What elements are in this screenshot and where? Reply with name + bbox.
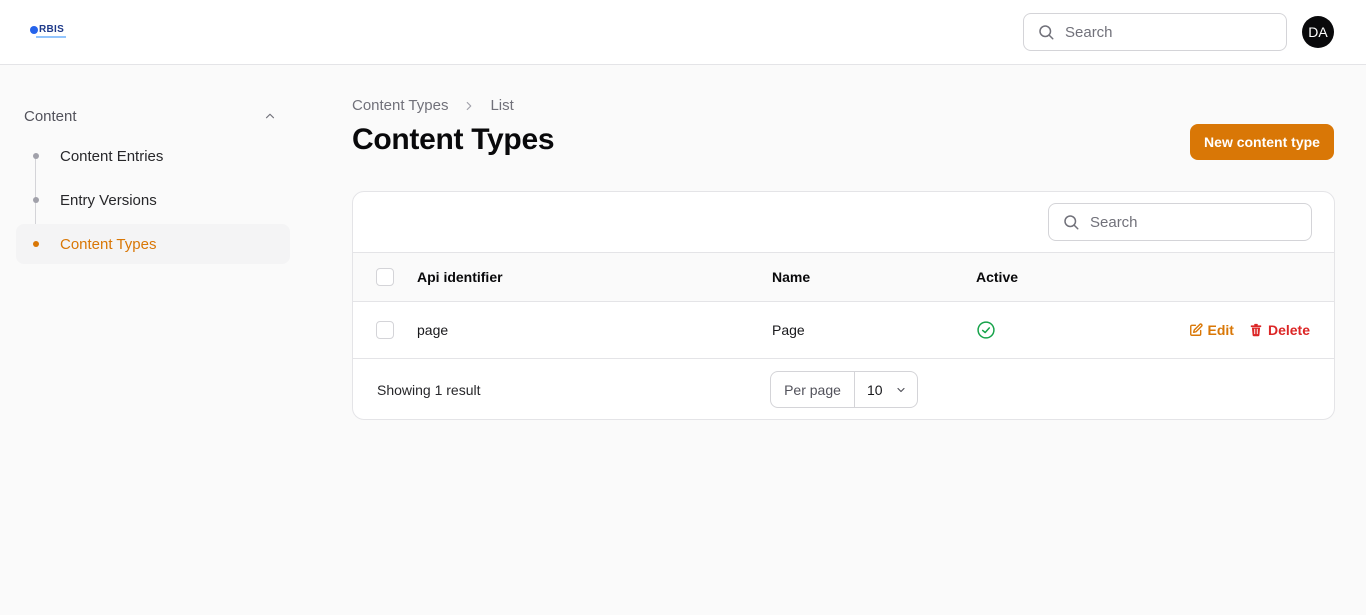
sidebar: Content Content Entries Entry Versions C… [16, 96, 290, 268]
table-row[interactable]: page Page Edit Delete [353, 302, 1334, 359]
breadcrumb: Content Types List [352, 97, 514, 114]
column-header-active[interactable]: Active [976, 253, 1018, 301]
breadcrumb-parent[interactable]: Content Types [352, 97, 448, 114]
check-circle-icon [977, 321, 995, 339]
table-toolbar [353, 192, 1334, 253]
edit-icon [1189, 323, 1203, 336]
delete-label: Delete [1267, 322, 1310, 338]
nav-dot-icon [33, 241, 39, 247]
sidebar-item-entry-versions[interactable]: Entry Versions [16, 180, 290, 220]
trash-icon [1250, 323, 1262, 337]
breadcrumb-current: List [490, 97, 514, 114]
nav-dot-icon [33, 153, 39, 159]
edit-label: Edit [1207, 322, 1234, 338]
per-page-dropdown[interactable]: 10 [855, 372, 917, 407]
content-types-table: Api identifier Name Active page Page Edi… [352, 191, 1335, 420]
nav-dot-icon [33, 197, 39, 203]
result-count: Showing 1 result [377, 381, 481, 398]
sidebar-item-label: Content Entries [60, 147, 164, 165]
chevron-right-icon [467, 101, 472, 110]
new-content-type-button[interactable]: New content type [1190, 124, 1334, 160]
globe-icon [30, 25, 38, 34]
sidebar-item-label: Content Types [60, 235, 157, 253]
global-search[interactable] [1023, 13, 1287, 51]
sidebar-group-content[interactable]: Content [16, 96, 290, 136]
per-page-label: Per page [771, 372, 855, 407]
per-page-select[interactable]: Per page 10 [770, 371, 918, 408]
row-checkbox[interactable] [376, 321, 394, 339]
search-icon [1064, 215, 1079, 230]
global-search-input[interactable] [1065, 23, 1265, 41]
sidebar-nav: Content Entries Entry Versions Content T… [16, 136, 290, 264]
user-avatar[interactable]: DA [1302, 16, 1334, 48]
cell-api-identifier: page [417, 322, 449, 338]
sidebar-item-content-types[interactable]: Content Types [16, 224, 290, 264]
chevron-down-icon [896, 387, 905, 392]
table-header: Api identifier Name Active [353, 253, 1334, 302]
search-icon [1039, 25, 1054, 40]
sidebar-item-content-entries[interactable]: Content Entries [16, 136, 290, 176]
sidebar-item-label: Entry Versions [60, 191, 157, 209]
logo-text: RBIS [39, 24, 65, 35]
column-header-api-identifier[interactable]: Api identifier [417, 253, 503, 301]
top-bar: RBIS DA [0, 0, 1366, 65]
table-search-input[interactable] [1090, 213, 1290, 231]
sidebar-group-label: Content [24, 107, 77, 125]
app-logo[interactable]: RBIS [30, 24, 70, 40]
table-search[interactable] [1048, 203, 1312, 241]
edit-button[interactable]: Edit [1189, 322, 1234, 338]
column-header-name[interactable]: Name [772, 253, 810, 301]
row-actions: Edit Delete [1189, 302, 1310, 358]
delete-button[interactable]: Delete [1249, 322, 1310, 338]
page-title: Content Types [352, 123, 555, 156]
chevron-up-icon[interactable] [263, 109, 277, 123]
table-footer: Showing 1 result Per page 10 [353, 359, 1334, 419]
cell-name: Page [772, 322, 805, 338]
select-all-checkbox[interactable] [376, 268, 394, 286]
per-page-value: 10 [867, 381, 883, 398]
